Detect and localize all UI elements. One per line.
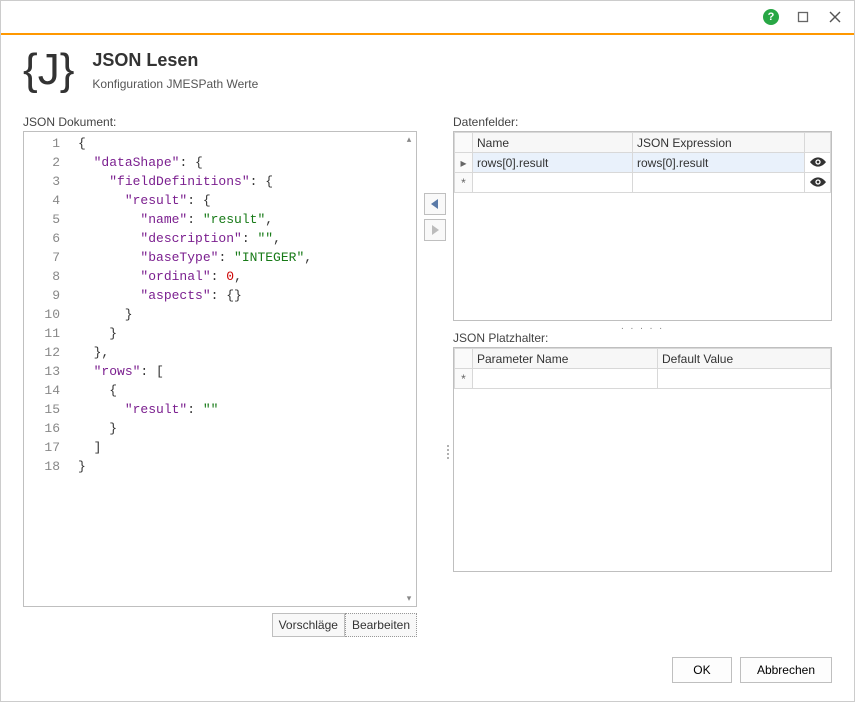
platzhalter-label: JSON Platzhalter: [453, 331, 832, 345]
page-title: JSON Lesen [92, 50, 258, 71]
maximize-icon[interactable] [794, 8, 812, 26]
edit-button[interactable]: Bearbeiten [345, 613, 417, 637]
editor-actions: Vorschläge Bearbeiten [23, 613, 417, 637]
new-row-indicator-icon: * [455, 173, 473, 193]
transfer-buttons [417, 115, 453, 637]
left-pane: JSON Dokument: 1234567891011121314151617… [23, 115, 417, 637]
cell-name[interactable]: rows[0].result [473, 153, 633, 173]
table-row[interactable]: ▸rows[0].resultrows[0].result [455, 153, 831, 173]
move-left-button[interactable] [424, 193, 446, 215]
col-name[interactable]: Name [473, 133, 633, 153]
new-row-indicator-icon: * [455, 369, 473, 389]
code-content[interactable]: { "dataShape": { "fieldDefinitions": { "… [72, 134, 416, 606]
scroll-down-icon[interactable]: ▾ [407, 594, 412, 603]
scroll-up-icon[interactable]: ▴ [407, 135, 412, 144]
new-row[interactable]: * [455, 369, 831, 389]
content-area: JSON Dokument: 1234567891011121314151617… [1, 115, 854, 647]
new-row[interactable]: * [455, 173, 831, 193]
row-indicator-icon: ▸ [455, 153, 473, 173]
move-right-button[interactable] [424, 219, 446, 241]
close-icon[interactable] [826, 8, 844, 26]
right-pane: Datenfelder: Name JSON Expression [453, 115, 832, 637]
datenfelder-label: Datenfelder: [453, 115, 832, 129]
platzhalter-grid[interactable]: Parameter Name Default Value * [453, 347, 832, 572]
dialog-footer: OK Abbrechen [1, 647, 854, 701]
datenfelder-grid[interactable]: Name JSON Expression ▸rows[0].resultrows… [453, 131, 832, 321]
cell-expression[interactable]: rows[0].result [633, 153, 805, 173]
horizontal-splitter[interactable]: . . . . . [453, 321, 832, 331]
page-subtitle: Konfiguration JMESPath Werte [92, 77, 258, 91]
cancel-button[interactable]: Abbrechen [740, 657, 832, 683]
json-document-label: JSON Dokument: [23, 115, 417, 129]
ok-button[interactable]: OK [672, 657, 732, 683]
col-expression[interactable]: JSON Expression [633, 133, 805, 153]
col-default-value[interactable]: Default Value [658, 349, 831, 369]
grid-header-row: Parameter Name Default Value [455, 349, 831, 369]
preview-icon[interactable] [805, 173, 831, 193]
grid-header-row: Name JSON Expression [455, 133, 831, 153]
header: {J} JSON Lesen Konfiguration JMESPath We… [1, 35, 854, 115]
vertical-scrollbar[interactable]: ▴ ▾ [402, 132, 416, 606]
preview-icon[interactable] [805, 153, 831, 173]
logo: {J} [23, 45, 74, 95]
col-parameter-name[interactable]: Parameter Name [473, 349, 658, 369]
titlebar: ? [1, 1, 854, 33]
suggestions-button[interactable]: Vorschläge [272, 613, 345, 637]
line-number-gutter: 123456789101112131415161718 [24, 134, 72, 606]
json-editor[interactable]: 123456789101112131415161718 { "dataShape… [23, 131, 417, 607]
dialog-window: ? {J} JSON Lesen Konfiguration JMESPath … [0, 0, 855, 702]
vertical-splitter[interactable] [447, 445, 449, 459]
help-icon[interactable]: ? [762, 8, 780, 26]
